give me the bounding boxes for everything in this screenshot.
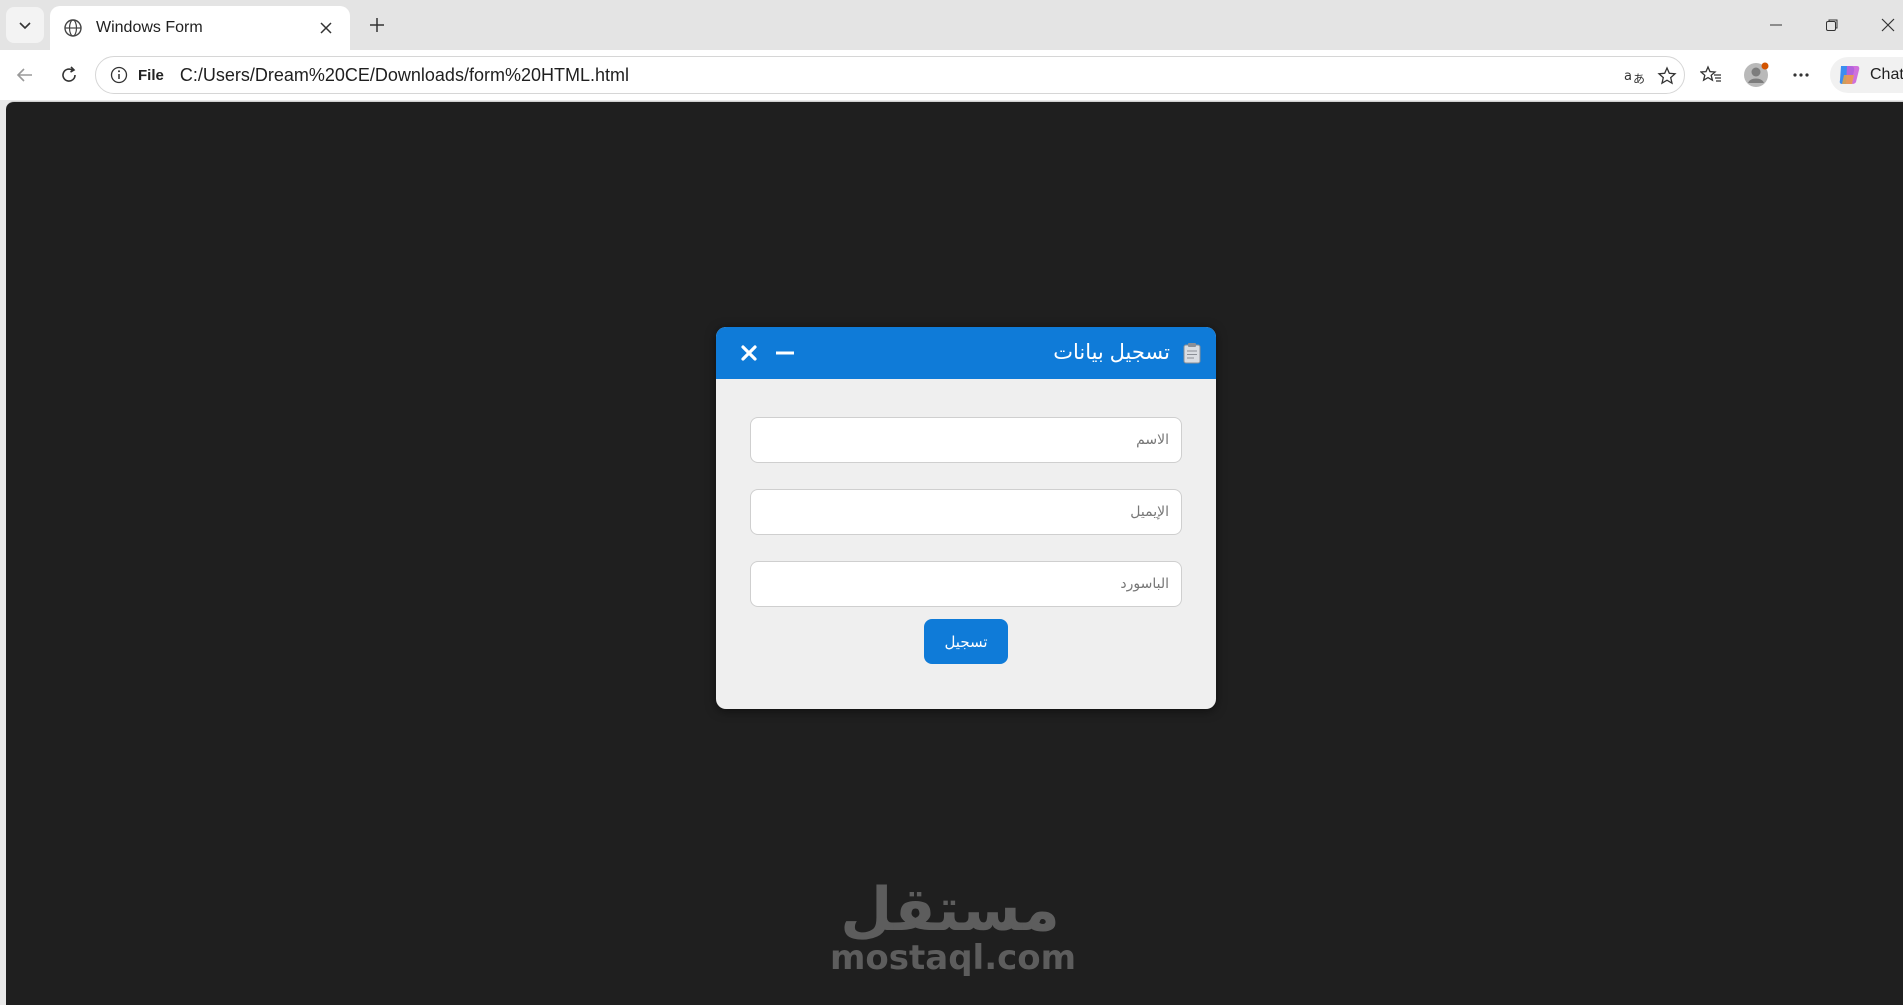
minimize-icon bbox=[776, 351, 794, 355]
window-title: تسجيل بيانات bbox=[1053, 341, 1170, 364]
tab-strip: Windows Form bbox=[0, 0, 1903, 50]
browser-toolbar: File C:/Users/Dream%20CE/Downloads/form%… bbox=[0, 50, 1903, 100]
copilot-button[interactable]: Chat bbox=[1830, 57, 1903, 93]
svg-text:a: a bbox=[1624, 69, 1632, 84]
copilot-icon bbox=[1839, 66, 1860, 84]
profile-button[interactable] bbox=[1740, 59, 1772, 91]
plus-icon bbox=[370, 18, 384, 32]
avatar bbox=[1744, 62, 1769, 87]
close-icon bbox=[1881, 18, 1895, 32]
password-input[interactable] bbox=[750, 561, 1182, 607]
registration-window: تسجيل بيانات تسجيل bbox=[716, 327, 1216, 709]
scheme-label: File bbox=[138, 66, 164, 84]
page-viewport: تسجيل بيانات تسجيل bbox=[6, 101, 1903, 1005]
svg-text:あ: あ bbox=[1633, 72, 1645, 86]
reload-icon bbox=[62, 66, 76, 82]
window-title-bar[interactable]: تسجيل بيانات bbox=[716, 327, 1216, 379]
close-button[interactable] bbox=[736, 339, 762, 367]
name-input[interactable] bbox=[750, 417, 1182, 463]
read-aloud-translate-icon[interactable]: aあ bbox=[1618, 60, 1650, 92]
address-bar[interactable]: File C:/Users/Dream%20CE/Downloads/form%… bbox=[95, 56, 1685, 94]
watermark-arabic: مستقل bbox=[840, 875, 1060, 945]
close-tab-icon[interactable] bbox=[314, 16, 338, 40]
copilot-label: Chat bbox=[1870, 66, 1903, 83]
chevron-down-icon bbox=[19, 22, 31, 30]
minimize-window-button[interactable] bbox=[1756, 10, 1796, 40]
watermark-logo: مستقل mostaql.com bbox=[830, 875, 1077, 978]
new-tab-button[interactable] bbox=[362, 10, 392, 40]
url-text[interactable]: C:/Users/Dream%20CE/Downloads/form%20HTM… bbox=[180, 65, 629, 86]
favorites-button[interactable] bbox=[1695, 59, 1727, 91]
watermark-latin: mostaql.com bbox=[830, 938, 1077, 978]
restore-icon bbox=[1826, 19, 1838, 31]
close-icon bbox=[741, 345, 757, 361]
globe-icon bbox=[62, 17, 84, 39]
star-icon[interactable] bbox=[1651, 60, 1683, 92]
submit-button[interactable]: تسجيل bbox=[924, 619, 1008, 664]
minimize-icon bbox=[1770, 24, 1782, 26]
arrow-left-icon bbox=[16, 68, 32, 82]
tab-list-button[interactable] bbox=[6, 7, 44, 43]
tab-title: Windows Form bbox=[96, 19, 203, 36]
restore-window-button[interactable] bbox=[1812, 10, 1852, 40]
email-input[interactable] bbox=[750, 489, 1182, 535]
reload-button[interactable] bbox=[53, 59, 85, 91]
close-window-button[interactable] bbox=[1868, 10, 1903, 40]
minimize-button[interactable] bbox=[772, 339, 798, 367]
more-icon bbox=[1793, 73, 1809, 77]
more-options-button[interactable] bbox=[1785, 59, 1817, 91]
browser-tab[interactable]: Windows Form bbox=[50, 6, 350, 50]
clipboard-icon bbox=[1183, 343, 1201, 364]
favorites-icon bbox=[1700, 65, 1721, 82]
info-icon[interactable] bbox=[108, 64, 130, 86]
back-button[interactable] bbox=[9, 59, 41, 91]
